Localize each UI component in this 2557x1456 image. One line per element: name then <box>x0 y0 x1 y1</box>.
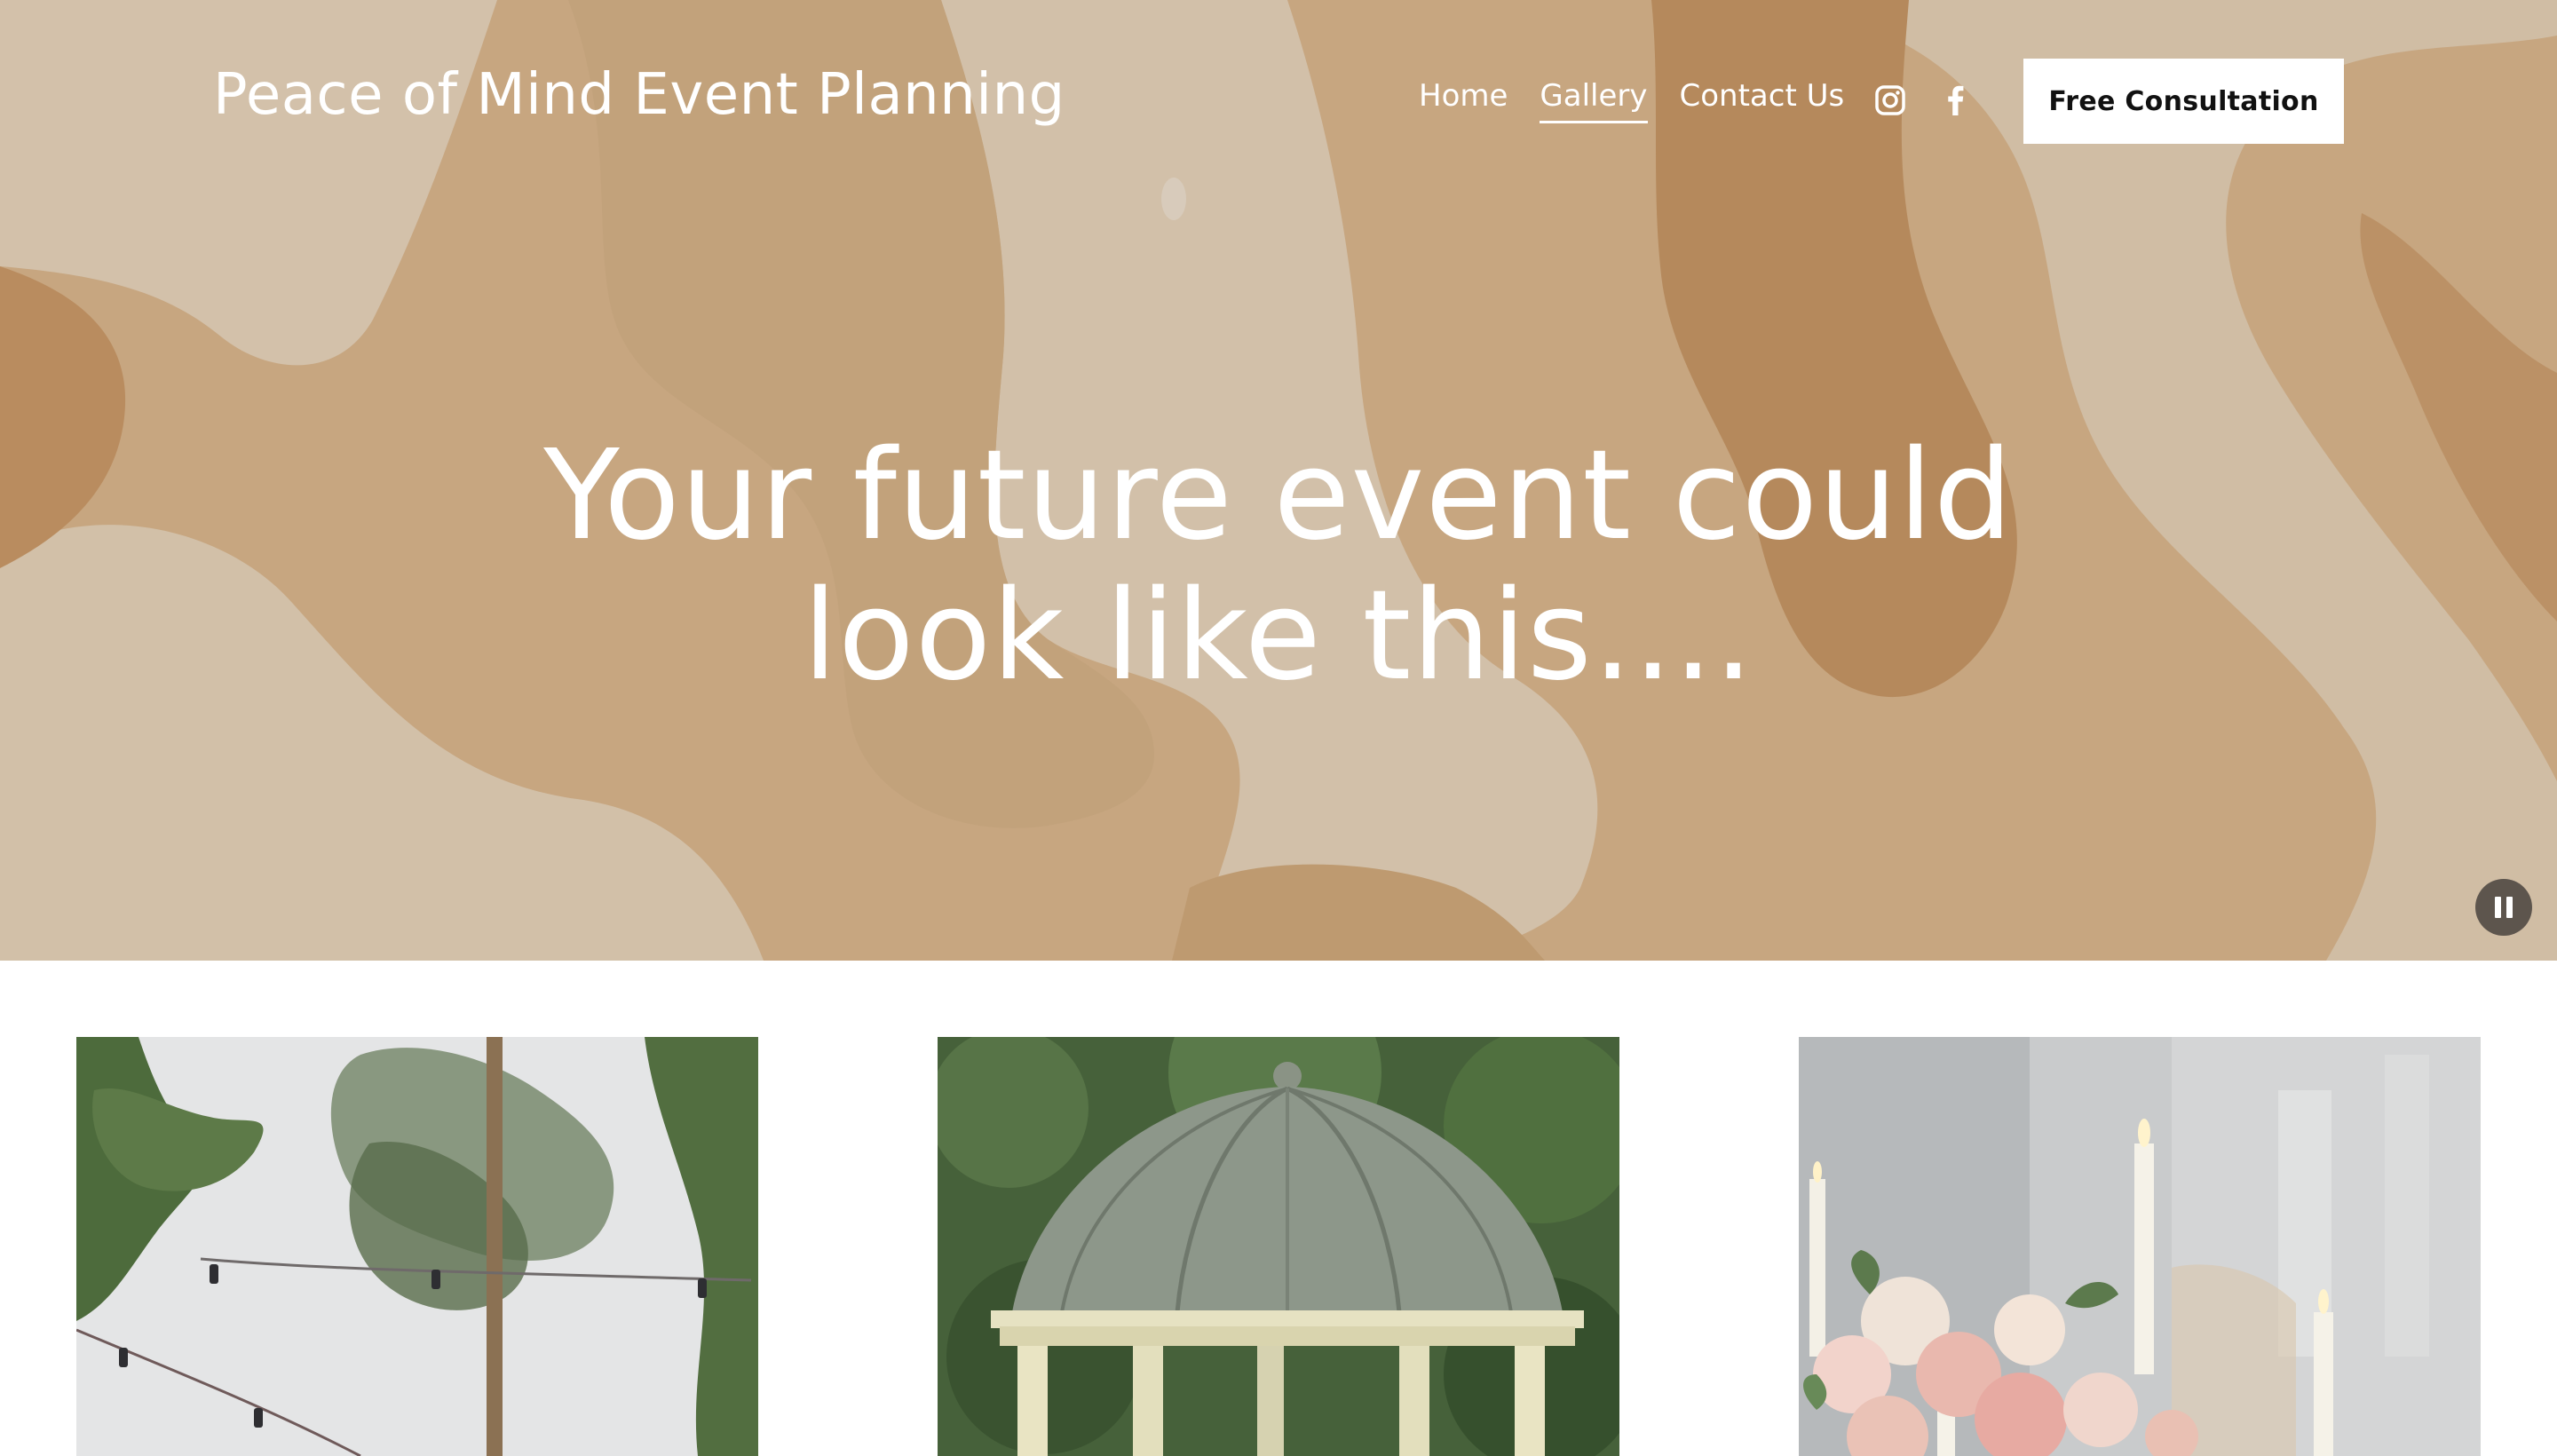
nav-home[interactable]: Home <box>1419 78 1508 123</box>
gallery-image-gazebo[interactable] <box>938 1037 1619 1456</box>
gallery-image-floral-centerpiece[interactable] <box>1799 1037 2481 1456</box>
nav-gallery[interactable]: Gallery <box>1540 78 1648 123</box>
site-title[interactable]: Peace of Mind Event Planning <box>213 62 1065 128</box>
instagram-icon[interactable] <box>1873 83 1907 117</box>
hero-banner: Peace of Mind Event Planning Home Galler… <box>0 0 2557 961</box>
floral-centerpiece-image <box>1799 1037 2481 1456</box>
gazebo-image <box>938 1037 1619 1456</box>
hero-headline-line-1: Your future event could <box>543 423 2014 568</box>
gallery-image-string-lights[interactable] <box>76 1037 758 1456</box>
slideshow-pause-button[interactable] <box>2475 879 2532 936</box>
hero-headline: Your future event could look like this..… <box>0 426 2557 707</box>
nav-contact-us[interactable]: Contact Us <box>1680 78 1845 123</box>
string-lights-image <box>76 1037 758 1456</box>
main-nav: Home Gallery Contact Us <box>1419 78 1876 123</box>
hero-headline-line-2: look like this.... <box>803 564 1754 708</box>
social-links <box>1873 83 2005 117</box>
pause-icon <box>2495 897 2501 918</box>
free-consultation-button[interactable]: Free Consultation <box>2023 59 2344 144</box>
facebook-icon[interactable] <box>1939 83 1973 117</box>
